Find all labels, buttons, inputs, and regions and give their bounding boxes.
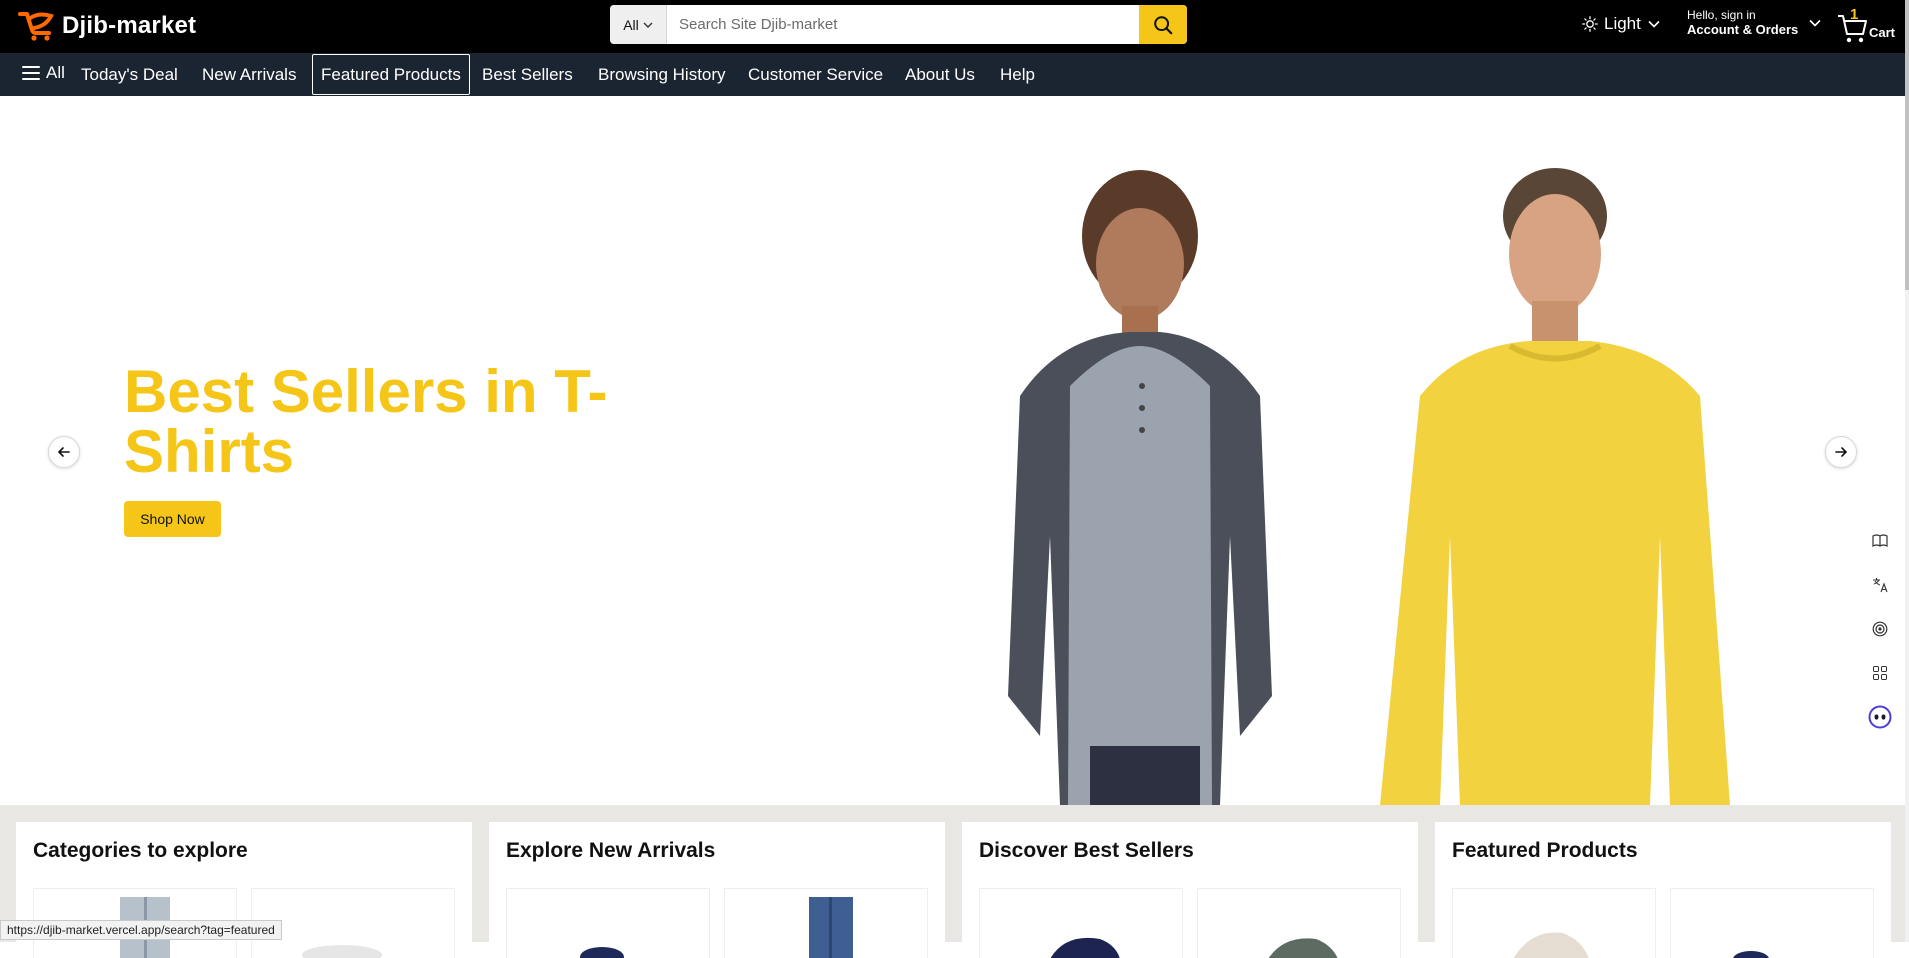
thumb-shoe-image (1268, 938, 1338, 958)
card-title: Discover Best Sellers (979, 839, 1194, 862)
theme-toggle[interactable]: Light (1582, 14, 1661, 34)
card-thumb[interactable] (1452, 888, 1656, 958)
chevron-down-icon (1809, 19, 1821, 27)
category-cards-section: Categories to explore Explore New Arriva… (0, 805, 1909, 958)
thumb-shoe-image (1513, 932, 1589, 958)
broadcast-icon (1872, 621, 1888, 637)
assistant-icon (1868, 705, 1892, 729)
thumb-shoe-image (1733, 951, 1769, 958)
broadcast-tool[interactable] (1866, 615, 1894, 643)
search-category-select[interactable]: All (610, 5, 667, 44)
shop-now-button[interactable]: Shop Now (124, 501, 221, 537)
assistant-tool[interactable] (1866, 703, 1894, 731)
book-icon (1872, 534, 1888, 547)
nav-item-todays-deal[interactable]: Today's Deal (73, 60, 186, 90)
cart-button[interactable]: 1 Cart (1836, 6, 1896, 46)
chevron-down-icon (643, 22, 653, 28)
carousel-prev-button[interactable] (48, 436, 80, 468)
model-yellow-tee (1380, 168, 1730, 805)
hero-product-image (1008, 168, 1730, 805)
nav-item-browsing-history[interactable]: Browsing History (590, 60, 734, 90)
sun-icon (1582, 16, 1598, 32)
search-button[interactable] (1139, 5, 1187, 44)
card-new-arrivals[interactable]: Explore New Arrivals (489, 822, 945, 958)
arrow-right-icon (1835, 447, 1848, 457)
card-title: Explore New Arrivals (506, 839, 716, 862)
search-input[interactable] (667, 5, 1139, 44)
nav-item-help[interactable]: Help (992, 60, 1043, 90)
card-thumb[interactable] (724, 888, 928, 958)
nav-item-about-us[interactable]: About Us (897, 60, 983, 90)
card-thumb[interactable] (1197, 888, 1401, 958)
cart-label: Cart (1869, 25, 1896, 40)
card-thumb[interactable] (979, 888, 1183, 958)
translate-tool[interactable] (1866, 571, 1894, 599)
account-menu[interactable]: Hello, sign in Account & Orders (1687, 8, 1822, 37)
nav-all-label: All (46, 63, 65, 82)
logo-cart-icon (18, 12, 54, 41)
search-icon (1154, 15, 1173, 34)
apps-grid-icon (1873, 666, 1887, 680)
hamburger-icon (22, 66, 40, 80)
nav-item-best-sellers[interactable]: Best Sellers (474, 60, 581, 90)
thumb-jeans-image (809, 897, 853, 958)
search-bar: All (610, 5, 1187, 44)
account-label: Account & Orders (1687, 22, 1799, 37)
account-greeting: Hello, sign in (1687, 8, 1756, 22)
nav-all-menu[interactable]: All (22, 63, 65, 83)
logo-text: Djib-market (62, 12, 197, 39)
card-title: Categories to explore (33, 839, 248, 862)
nav-item-featured-products[interactable]: Featured Products (312, 54, 470, 95)
thumb-shoe-image (580, 947, 624, 958)
side-toolbar (1866, 527, 1896, 747)
reader-tool[interactable] (1866, 527, 1894, 555)
apps-tool[interactable] (1866, 659, 1894, 687)
arrow-left-icon (57, 447, 70, 457)
page-scrollbar-thumb[interactable] (1905, 0, 1909, 290)
model-henley (1008, 170, 1272, 805)
link-status-url: https://djib-market.vercel.app/search?ta… (0, 920, 282, 940)
card-featured-products[interactable]: Featured Products (1435, 822, 1891, 958)
hero-title: Best Sellers in T-Shirts (124, 358, 608, 485)
hero-carousel: Best Sellers in T-Shirts Shop Now (0, 96, 1909, 805)
card-thumb[interactable] (1670, 888, 1874, 958)
nav-item-customer-service[interactable]: Customer Service (740, 60, 891, 90)
translate-icon (1873, 578, 1888, 593)
thumb-shoe-image (1050, 938, 1120, 958)
card-title: Featured Products (1452, 839, 1638, 862)
card-thumb[interactable] (506, 888, 710, 958)
carousel-next-button[interactable] (1825, 436, 1857, 468)
cart-count: 1 (1850, 6, 1859, 23)
thumb-shoe-image (302, 945, 382, 958)
nav-item-new-arrivals[interactable]: New Arrivals (194, 60, 304, 90)
card-best-sellers[interactable]: Discover Best Sellers (962, 822, 1418, 958)
nav-bar: All Today's Deal New Arrivals Featured P… (0, 53, 1909, 96)
site-logo[interactable]: Djib-market (18, 8, 196, 44)
theme-label: Light (1604, 14, 1641, 33)
search-category-label: All (623, 16, 639, 33)
top-header: Djib-market All Light Hello, sign in (0, 0, 1909, 53)
chevron-down-icon (1648, 20, 1660, 28)
